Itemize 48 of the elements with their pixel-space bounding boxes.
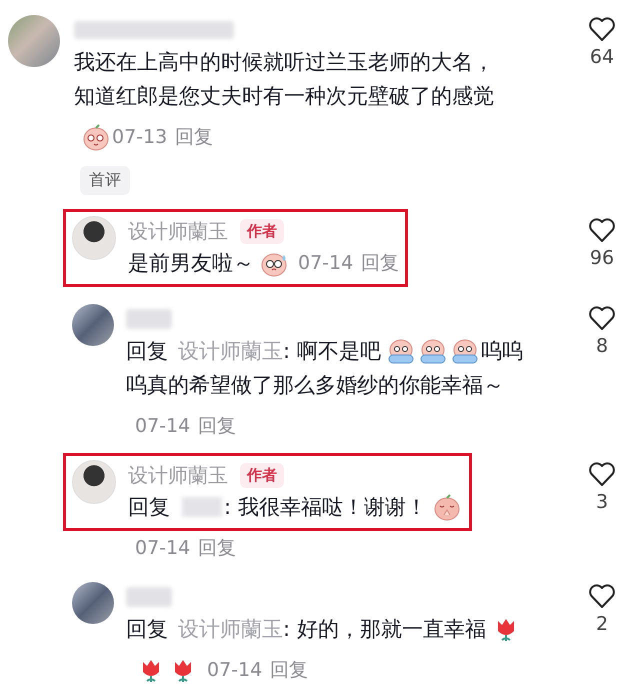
- author-badge: 作者: [240, 218, 284, 244]
- mention-link[interactable]: 设计师蘭玉: [178, 334, 283, 368]
- reply-link[interactable]: 回复: [175, 120, 214, 154]
- comment-text: 我还在上高中的时候就听过兰玉老师的大名，: [74, 49, 494, 76]
- comment-text: 回复: [126, 616, 168, 643]
- like-count: 8: [596, 335, 608, 357]
- comment-text: : 我很幸福哒！谢谢！: [224, 494, 427, 521]
- heart-icon[interactable]: [588, 305, 616, 331]
- like-count: 2: [596, 613, 608, 635]
- comment-date: 07-14: [298, 251, 354, 276]
- crying-face-sticker: [418, 337, 447, 365]
- author-badge: 作者: [240, 462, 284, 488]
- like-count: 3: [596, 491, 608, 513]
- like-count: 64: [590, 46, 614, 68]
- first-comment-tag: 首评: [80, 166, 130, 195]
- user-name[interactable]: 设计师蘭玉: [128, 462, 228, 488]
- smiling-face-sticker: [432, 493, 461, 521]
- reply-link[interactable]: 回复: [198, 409, 236, 443]
- avatar[interactable]: [72, 460, 116, 504]
- comment-text: 呜呜: [480, 338, 523, 365]
- comment-date: 07-14: [135, 536, 190, 561]
- comment-date: 07-14: [135, 414, 190, 439]
- comment-text: 是前男友啦～: [128, 250, 254, 277]
- heart-icon[interactable]: [588, 461, 616, 487]
- mention-link[interactable]: 设计师蘭玉: [178, 612, 283, 646]
- comment-date: 07-13: [112, 125, 168, 150]
- blurred-name: [182, 497, 222, 517]
- heart-icon[interactable]: [588, 16, 616, 42]
- heart-icon[interactable]: [588, 583, 616, 609]
- comment-text: : 好的，那就一直幸福: [283, 616, 486, 643]
- reply-link[interactable]: 回复: [270, 653, 308, 687]
- comment-date: 07-14: [207, 658, 262, 683]
- comment-text: : 啊不是吧: [283, 338, 381, 365]
- blushing-face-sticker: [82, 123, 110, 151]
- crying-face-sticker: [386, 337, 415, 365]
- comment-text: 知道红郎是您丈夫时有一种次元壁破了的感觉: [74, 83, 494, 110]
- comment-text: 呜真的希望做了那么多婚纱的你能幸福～: [126, 372, 504, 399]
- reply-link[interactable]: 回复: [361, 246, 400, 280]
- user-name[interactable]: 设计师蘭玉: [128, 218, 228, 244]
- comment-text: 回复: [126, 338, 168, 365]
- reply-link[interactable]: 回复: [198, 531, 236, 565]
- avatar[interactable]: [72, 304, 114, 346]
- like-count: 96: [590, 247, 614, 269]
- avatar[interactable]: [72, 216, 116, 260]
- crying-face-sticker: [450, 337, 479, 365]
- avatar[interactable]: [72, 582, 114, 624]
- heart-icon[interactable]: [588, 217, 616, 243]
- comment-text: 回复: [128, 494, 170, 521]
